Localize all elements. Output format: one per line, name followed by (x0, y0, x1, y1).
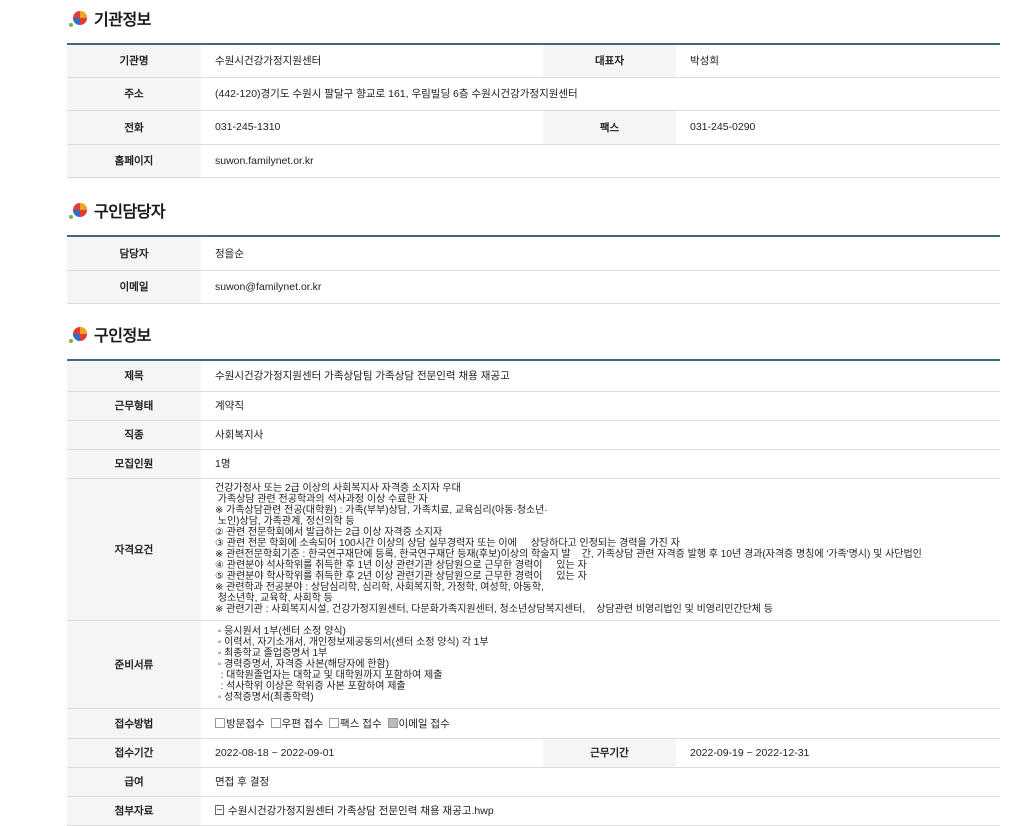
salary-value: 면접 후 결정 (201, 767, 1001, 797)
application-methods: 방문접수 우편 접수 팩스 접수 이메일 접수 (201, 708, 1001, 739)
org-info-table: 기관명 수원시건강가정지원센터 대표자 박성희 주소 (442-120)경기도 … (67, 43, 1000, 178)
method-mail[interactable]: 우편 접수 (270, 717, 323, 730)
rep-label: 대표자 (543, 43, 676, 78)
table-row: 자격요건 건강가정사 또는 2급 이상의 사회복지사 자격증 소지자 우대 가족… (67, 478, 1001, 621)
section-title-job: 구인정보 (68, 323, 151, 345)
table-row: 첨부자료 수원시건강가정지원센터 가족상담 전문인력 채용 재공고.hwp (67, 796, 1001, 826)
table-row: 접수기간 2022-08-18 ~ 2022-09-01 근무기간 2022-0… (67, 738, 1001, 768)
checkbox-icon[interactable] (329, 717, 340, 728)
phone-value: 031-245-1310 (201, 110, 543, 145)
contact-person-value: 정을순 (201, 235, 1000, 271)
salary-label: 급여 (67, 767, 201, 797)
section-title-label: 구인정보 (94, 328, 151, 345)
qualifications-label: 자격요건 (67, 478, 201, 621)
work-period-label: 근무기간 (543, 738, 676, 768)
email-label: 이메일 (67, 270, 201, 304)
checkbox-icon[interactable] (270, 717, 281, 728)
phone-label: 전화 (67, 110, 201, 145)
table-row: 홈페이지 suwon.familynet.or.kr (67, 144, 1000, 178)
qualifications-value: 건강가정사 또는 2급 이상의 사회복지사 자격증 소지자 우대 가족상담 관련… (201, 478, 1001, 621)
table-row: 모집인원 1명 (67, 449, 1001, 479)
table-row: 급여 면접 후 결정 (67, 767, 1001, 797)
section-bullet-icon (68, 8, 88, 28)
table-row: 근무형태 계약직 (67, 391, 1001, 421)
section-bullet-icon (68, 324, 88, 344)
application-method-label: 접수방법 (67, 708, 201, 739)
contact-person-label: 담당자 (67, 235, 201, 271)
table-row: 준비서류 ◦ 응시원서 1부(센터 소정 양식) ◦ 이력서, 자기소개서, 개… (67, 620, 1001, 709)
checkbox-icon[interactable] (215, 717, 225, 728)
fax-value: 031-245-0290 (676, 110, 1000, 145)
method-visit[interactable]: 방문접수 (215, 717, 265, 730)
job-title-value: 수원시건강가정지원센터 가족상담팀 가족상담 전문인력 채용 재공고 (201, 359, 1001, 392)
homepage-value: suwon.familynet.or.kr (201, 144, 1000, 178)
table-row: 직종 사회복지사 (67, 420, 1001, 450)
documents-value: ◦ 응시원서 1부(센터 소정 양식) ◦ 이력서, 자기소개서, 개인정보제공… (201, 620, 1001, 709)
headcount-value: 1명 (201, 449, 1001, 479)
fax-label: 팩스 (543, 110, 676, 145)
table-row: 주소 (442-120)경기도 수원시 팔달구 향교로 161, 우림빌딩 6층… (67, 77, 1000, 111)
occupation-value: 사회복지사 (201, 420, 1001, 450)
documents-label: 준비서류 (67, 620, 201, 709)
homepage-label: 홈페이지 (67, 144, 201, 178)
address-value: (442-120)경기도 수원시 팔달구 향교로 161, 우림빌딩 6층 수원… (201, 77, 1000, 111)
application-period-label: 접수기간 (67, 738, 201, 768)
email-value: suwon@familynet.or.kr (201, 270, 1000, 304)
application-period-value: 2022-08-18 ~ 2022-09-01 (201, 738, 543, 768)
headcount-label: 모집인원 (67, 449, 201, 479)
job-info-table: 제목 수원시건강가정지원센터 가족상담팀 가족상담 전문인력 채용 재공고 근무… (67, 359, 1001, 826)
file-icon (215, 805, 224, 815)
table-row: 담당자 정을순 (67, 235, 1000, 271)
section-title-label: 기관정보 (94, 12, 151, 29)
table-row: 이메일 suwon@familynet.or.kr (67, 270, 1000, 304)
attachment-cell: 수원시건강가정지원센터 가족상담 전문인력 채용 재공고.hwp (201, 796, 1001, 826)
org-name-value: 수원시건강가정지원센터 (201, 43, 543, 78)
org-name-label: 기관명 (67, 43, 201, 78)
table-row: 접수방법 방문접수 우편 접수 팩스 접수 이메일 접수 (67, 708, 1001, 739)
rep-value: 박성희 (676, 43, 1000, 78)
checkbox-checked-icon[interactable] (387, 717, 398, 728)
address-label: 주소 (67, 77, 201, 111)
section-title-org: 기관정보 (68, 7, 151, 29)
table-row: 전화 031-245-1310 팩스 031-245-0290 (67, 110, 1000, 145)
section-title-contact: 구인담당자 (68, 199, 166, 221)
method-fax[interactable]: 팩스 접수 (329, 717, 382, 730)
section-bullet-icon (68, 200, 88, 220)
work-period-value: 2022-09-19 ~ 2022-12-31 (676, 738, 1001, 768)
contact-info-table: 담당자 정을순 이메일 suwon@familynet.or.kr (67, 235, 1000, 304)
employment-type-label: 근무형태 (67, 391, 201, 421)
table-row: 제목 수원시건강가정지원센터 가족상담팀 가족상담 전문인력 채용 재공고 (67, 359, 1001, 392)
method-email[interactable]: 이메일 접수 (387, 717, 450, 730)
section-title-label: 구인담당자 (94, 204, 166, 221)
attachment-label: 첨부자료 (67, 796, 201, 826)
attachment-link[interactable]: 수원시건강가정지원센터 가족상담 전문인력 채용 재공고.hwp (228, 805, 494, 817)
occupation-label: 직종 (67, 420, 201, 450)
table-row: 기관명 수원시건강가정지원센터 대표자 박성희 (67, 43, 1000, 78)
job-title-label: 제목 (67, 359, 201, 392)
employment-type-value: 계약직 (201, 391, 1001, 421)
